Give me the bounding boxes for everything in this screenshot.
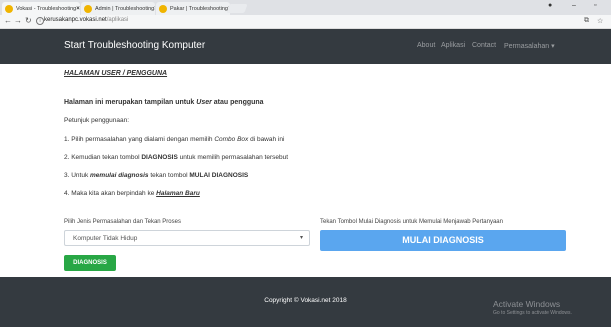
select-label: Pilih Jenis Permasalahan dan Tekan Prose… — [64, 219, 181, 225]
select-value: Komputer Tidak Hidup — [73, 235, 138, 242]
mulai-diagnosis-button[interactable]: MULAI DIAGNOSIS — [320, 230, 566, 251]
petunjuk-label: Petunjuk penggunaan: — [64, 117, 130, 124]
tab-title: Pakar | Troubleshooting — [170, 5, 228, 12]
chevron-down-icon: ▾ — [299, 235, 303, 241]
minimize-icon[interactable]: – — [572, 2, 576, 9]
halaman-baru-link[interactable]: Halaman Baru — [156, 190, 200, 197]
page-heading: HALAMAN USER / PENGGUNA — [64, 70, 168, 77]
site-footer: Copyright © Vokasi.net 2018 Activate Win… — [0, 277, 611, 327]
browser-tab-admin[interactable]: Admin | Troubleshooting × — [81, 2, 155, 15]
instruction-step-2: 2. Kemudian tekan tombol DIAGNOSIS untuk… — [64, 154, 289, 161]
nav-link-permasalahan[interactable]: Permasalahan ▾ — [504, 42, 555, 50]
instruction-step-1: 1. Pilih permasalahan yang dialami denga… — [64, 136, 285, 143]
diagnosis-button[interactable]: DIAGNOSIS — [64, 255, 116, 271]
tab-title: Vokasi - Troubleshooting — [16, 5, 77, 12]
nav-link-aplikasi[interactable]: Aplikasi — [441, 42, 465, 49]
start-label: Tekan Tombol Mulai Diagnosis untuk Memul… — [320, 219, 503, 225]
translate-icon[interactable]: ⧉ — [584, 17, 589, 25]
watermark-subtitle: Go to Settings to activate Windows. — [493, 310, 572, 316]
nav-link-contact[interactable]: Contact — [472, 42, 496, 49]
profile-icon[interactable]: ● — [548, 2, 552, 9]
maximize-icon[interactable]: ▫ — [594, 2, 596, 9]
vokasi-favicon-icon — [159, 4, 167, 13]
url-host: kerusakanpc.vokasi.net — [44, 17, 107, 23]
instruction-step-4: 4. Maka kita akan berpindah ke Halaman B… — [64, 190, 200, 197]
site-info-icon[interactable]: i — [36, 17, 44, 25]
reload-icon[interactable]: ↻ — [25, 16, 32, 25]
url-field[interactable]: kerusakanpc.vokasi.net/aplikasi — [44, 17, 128, 23]
intro-text: Halaman ini merupakan tampilan untuk Use… — [64, 99, 264, 106]
back-arrow-icon[interactable]: ← — [4, 16, 12, 25]
url-path: /aplikasi — [106, 17, 129, 23]
close-icon[interactable]: × — [76, 6, 80, 12]
new-tab-button[interactable] — [226, 4, 248, 13]
bookmark-star-icon[interactable]: ☆ — [597, 17, 603, 25]
browser-tab-pakar[interactable]: Pakar | Troubleshooting × — [156, 2, 230, 15]
site-navbar: Start Troubleshooting Komputer About Apl… — [0, 29, 611, 64]
watermark-title: Activate Windows — [493, 299, 561, 309]
browser-tab-vokasi[interactable]: Vokasi - Troubleshooting × — [2, 2, 80, 15]
problem-select[interactable]: Komputer Tidak Hidup ▾ — [64, 230, 310, 246]
site-brand[interactable]: Start Troubleshooting Komputer — [64, 40, 205, 51]
address-bar: ← → ↻ i kerusakanpc.vokasi.net/aplikasi … — [0, 15, 611, 29]
instruction-step-3: 3. Untuk memulai diagnosis tekan tombol … — [64, 172, 249, 179]
vokasi-favicon-icon — [84, 4, 92, 13]
vokasi-favicon-icon — [5, 4, 13, 13]
activate-windows-watermark: Activate Windows Go to Settings to activ… — [493, 299, 572, 316]
nav-link-about[interactable]: About — [417, 42, 435, 49]
browser-tab-strip: Vokasi - Troubleshooting × Admin | Troub… — [0, 0, 611, 15]
close-icon[interactable]: × — [154, 6, 155, 12]
forward-arrow-icon[interactable]: → — [14, 16, 22, 25]
tab-title: Admin | Troubleshooting — [95, 5, 155, 12]
